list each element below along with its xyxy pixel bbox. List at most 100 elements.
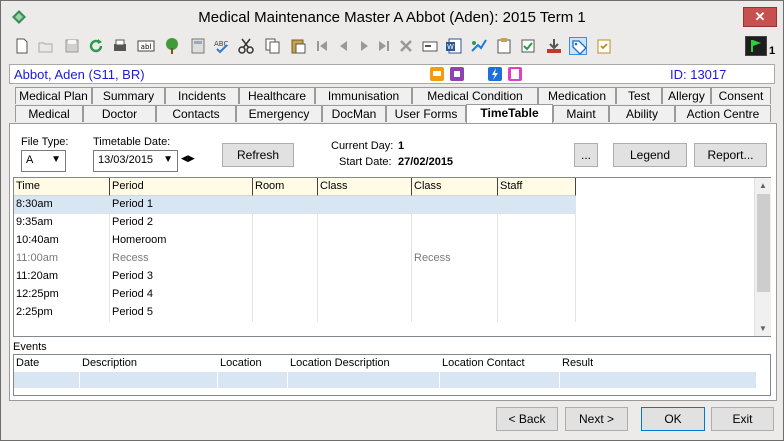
save-icon[interactable]	[63, 37, 81, 55]
flag-icon[interactable]	[745, 36, 767, 56]
download-icon[interactable]	[545, 37, 563, 55]
paste-icon[interactable]	[289, 37, 307, 55]
spellcheck-icon[interactable]: ABC	[213, 37, 231, 55]
timetable-scrollbar[interactable]: ▲ ▼	[754, 178, 771, 336]
copy-icon[interactable]	[263, 37, 281, 55]
svg-text:W: W	[447, 43, 454, 51]
tab-emergency[interactable]: Emergency	[236, 105, 322, 122]
clipboard-list-icon[interactable]	[508, 67, 522, 81]
clipboard-icon[interactable]	[495, 37, 513, 55]
events-header-location-description[interactable]: Location Description	[290, 357, 390, 369]
date-step-arrows-icon[interactable]: ◀▶	[181, 153, 195, 164]
tab-action-centre[interactable]: Action Centre	[675, 105, 771, 122]
tab-doctor[interactable]: Doctor	[83, 105, 156, 122]
scrollbar-thumb[interactable]	[757, 194, 770, 292]
table-row[interactable]: 2:25pm Period 5	[14, 304, 576, 322]
column-header-class-description[interactable]: Class Description	[412, 178, 498, 209]
file-type-select[interactable]: A ▼	[21, 150, 66, 172]
abl-icon[interactable]: abl	[137, 37, 155, 55]
chat-icon[interactable]	[430, 67, 444, 81]
tab-ability[interactable]: Ability	[609, 105, 675, 122]
legend-button[interactable]: Legend	[613, 143, 687, 167]
refresh-icon[interactable]	[87, 37, 105, 55]
tab-timetable[interactable]: TimeTable	[466, 104, 553, 123]
tab-medical-condition[interactable]: Medical Condition	[412, 87, 538, 104]
open-icon[interactable]	[37, 37, 55, 55]
tab-allergy[interactable]: Allergy	[662, 87, 711, 104]
table-row[interactable]: 8:30am Period 1	[14, 196, 576, 214]
tab-medication[interactable]: Medication	[538, 87, 616, 104]
cell-period: Period 5	[110, 304, 253, 322]
tab-medical[interactable]: Medical	[15, 105, 83, 122]
approve-icon[interactable]	[519, 37, 537, 55]
tab-consent[interactable]: Consent	[711, 87, 771, 104]
forward-icon[interactable]	[469, 37, 487, 55]
cell-class	[318, 232, 412, 250]
cell-staff	[498, 304, 576, 322]
back-button[interactable]: < Back	[496, 407, 558, 431]
table-row[interactable]: 12:25pm Period 4	[14, 286, 576, 304]
word-icon[interactable]: W	[445, 37, 463, 55]
table-row[interactable]: 9:35am Period 2	[14, 214, 576, 232]
cell-class-description	[412, 286, 498, 304]
tag-icon[interactable]	[569, 37, 587, 55]
puzzle-icon[interactable]	[450, 67, 464, 81]
events-header-description[interactable]: Description	[82, 357, 137, 369]
tab-summary[interactable]: Summary	[92, 87, 165, 104]
events-header-result[interactable]: Result	[562, 357, 593, 369]
delete-icon[interactable]	[397, 37, 415, 55]
card-icon[interactable]	[421, 37, 439, 55]
close-button[interactable]: ✕	[743, 7, 777, 27]
column-header-staff[interactable]: Staff	[498, 178, 576, 196]
cell-room	[253, 196, 318, 214]
cut-icon[interactable]	[237, 37, 255, 55]
report-button[interactable]: Report...	[694, 143, 767, 167]
events-row[interactable]	[14, 372, 756, 388]
lightning-icon[interactable]	[488, 67, 502, 81]
column-header-time[interactable]: Time	[14, 178, 110, 196]
tab-medical-plan[interactable]: Medical Plan	[15, 87, 92, 104]
refresh-button[interactable]: Refresh	[222, 143, 294, 167]
tab-healthcare[interactable]: Healthcare	[239, 87, 315, 104]
events-header-location-contact[interactable]: Location Contact	[442, 357, 525, 369]
tab-contacts[interactable]: Contacts	[156, 105, 236, 122]
next-icon[interactable]	[355, 37, 373, 55]
cell-period: Period 2	[110, 214, 253, 232]
cell-period: Homeroom	[110, 232, 253, 250]
cell-room	[253, 286, 318, 304]
next-button[interactable]: Next >	[565, 407, 628, 431]
tab-user-forms[interactable]: User Forms	[386, 105, 466, 122]
column-header-period[interactable]: Period	[110, 178, 253, 196]
column-header-class[interactable]: Class	[318, 178, 412, 196]
cell-class	[318, 304, 412, 322]
checklist-icon[interactable]	[595, 37, 613, 55]
student-name: Abbot, Aden (S11, BR)	[14, 67, 145, 82]
table-row[interactable]: 10:40am Homeroom	[14, 232, 576, 250]
scroll-up-icon[interactable]: ▲	[759, 181, 767, 190]
exit-button[interactable]: Exit	[711, 407, 774, 431]
table-row[interactable]: 11:20am Period 3	[14, 268, 576, 286]
tab-maint[interactable]: Maint	[553, 105, 609, 122]
tab-test[interactable]: Test	[616, 87, 662, 104]
calculator-icon[interactable]	[189, 37, 207, 55]
tab-docman[interactable]: DocMan	[322, 105, 386, 122]
last-icon[interactable]	[375, 37, 393, 55]
first-icon[interactable]	[313, 37, 331, 55]
timetable-date-value: 13/03/2015	[98, 154, 154, 166]
tab-incidents[interactable]: Incidents	[165, 87, 239, 104]
cell-class	[318, 196, 412, 214]
cell-time: 2:25pm	[14, 304, 110, 322]
ok-button[interactable]: OK	[641, 407, 705, 431]
new-doc-icon[interactable]	[13, 37, 31, 55]
scroll-down-icon[interactable]: ▼	[759, 324, 767, 333]
tab-immunisation[interactable]: Immunisation	[315, 87, 412, 104]
timetable-date-picker[interactable]: 13/03/2015 ▼	[93, 150, 178, 172]
events-header-location[interactable]: Location	[220, 357, 262, 369]
column-header-room[interactable]: Room	[253, 178, 318, 196]
print-icon[interactable]	[111, 37, 129, 55]
ellipsis-button[interactable]: ...	[574, 143, 598, 167]
tree-icon[interactable]	[163, 37, 181, 55]
events-header-date[interactable]: Date	[16, 357, 39, 369]
prev-icon[interactable]	[335, 37, 353, 55]
table-row[interactable]: 11:00am Recess Recess	[14, 250, 576, 268]
